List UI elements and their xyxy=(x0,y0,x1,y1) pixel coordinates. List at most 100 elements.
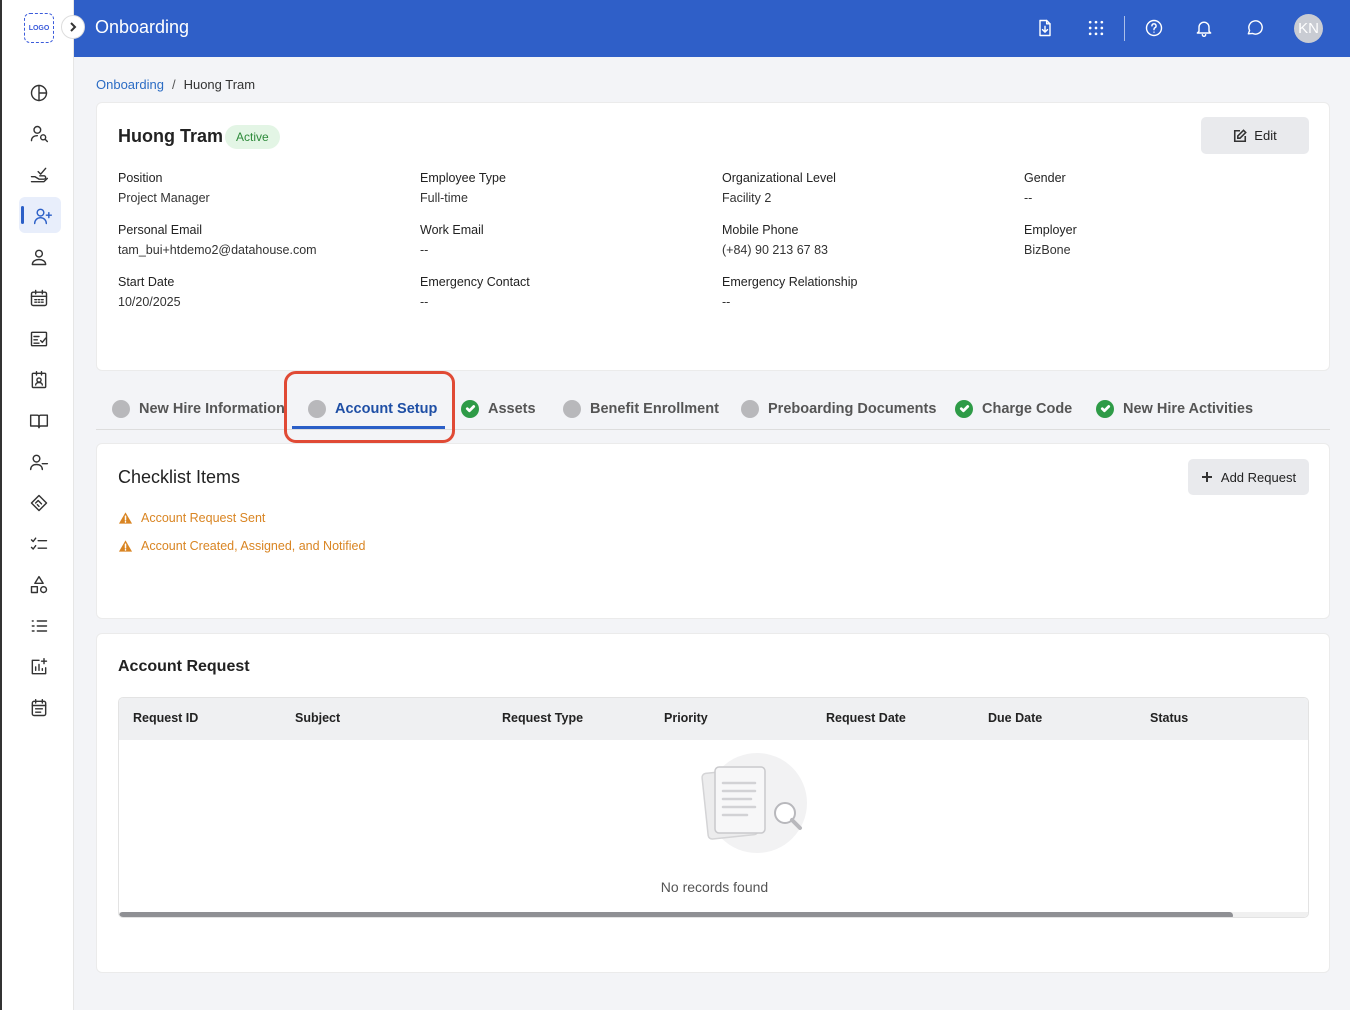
tab-assets[interactable]: Assets xyxy=(461,388,536,429)
sidebar-item-employees[interactable] xyxy=(2,236,76,277)
active-indicator xyxy=(21,206,24,224)
sidebar-item-approvals[interactable] xyxy=(2,154,76,195)
breadcrumb: Onboarding / Huong Tram xyxy=(96,77,255,92)
field-label: Start Date xyxy=(118,275,175,289)
help-button[interactable] xyxy=(1143,17,1165,39)
download-button[interactable] xyxy=(1034,17,1056,39)
sidebar-item-partners[interactable] xyxy=(2,482,76,523)
employee-name: Huong Tram xyxy=(118,126,224,146)
grid-icon xyxy=(1088,20,1104,36)
tab-new-hire-activities[interactable]: New Hire Activities xyxy=(1096,388,1253,429)
horizontal-scrollbar[interactable] xyxy=(119,912,1308,917)
onboarding-tabs: New Hire Information Account Setup Asset… xyxy=(96,388,1330,430)
calendar-icon xyxy=(30,289,48,306)
field-value: (+84) 90 213 67 83 xyxy=(722,243,828,257)
edit-label: Edit xyxy=(1254,128,1277,143)
add-request-button[interactable]: Add Request xyxy=(1188,459,1309,495)
hand-check-icon xyxy=(30,167,49,182)
field-gender: Gender -- xyxy=(1024,171,1066,205)
page-title: Onboarding xyxy=(95,17,190,37)
account-request-title: Account Request xyxy=(118,658,250,675)
field-value: -- xyxy=(722,295,731,309)
empty-documents-icon xyxy=(701,753,807,853)
apps-button[interactable] xyxy=(1085,17,1107,39)
avatar[interactable]: KN xyxy=(1294,14,1323,43)
check-circle-icon xyxy=(1096,399,1114,418)
checklist-item-label: Account Created, Assigned, and Notified xyxy=(141,539,366,553)
tab-preboarding-documents[interactable]: Preboarding Documents xyxy=(741,388,936,429)
chat-icon xyxy=(1247,20,1263,35)
shapes-icon xyxy=(30,575,48,593)
user-plus-icon xyxy=(33,208,53,224)
scrollbar-thumb[interactable] xyxy=(119,912,1233,917)
check-circle-icon xyxy=(461,399,479,418)
sidebar-item-offboarding[interactable] xyxy=(2,441,76,482)
column-header-request-date[interactable]: Request Date xyxy=(826,711,906,725)
column-header-request-type[interactable]: Request Type xyxy=(502,711,583,725)
field-personal-email: Personal Email tam_bui+htdemo2@datahouse… xyxy=(118,223,317,257)
breadcrumb-onboarding-link[interactable]: Onboarding xyxy=(96,77,164,92)
notifications-button[interactable] xyxy=(1193,17,1215,39)
edit-button[interactable]: Edit xyxy=(1201,117,1309,154)
list-check-icon xyxy=(30,536,48,550)
account-request-table: Request ID Subject Request Type Priority… xyxy=(118,697,1309,918)
field-mobile-phone: Mobile Phone (+84) 90 213 67 83 xyxy=(722,223,828,257)
field-employee-type: Employee Type Full-time xyxy=(420,171,506,205)
tab-charge-code[interactable]: Charge Code xyxy=(955,388,1072,429)
field-label: Organizational Level xyxy=(722,171,836,185)
tab-label: Assets xyxy=(488,400,536,417)
user-icon xyxy=(31,249,47,265)
sidebar-item-onboarding[interactable] xyxy=(2,195,76,236)
sidebar-item-dashboard[interactable] xyxy=(2,72,76,113)
column-header-priority[interactable]: Priority xyxy=(664,711,708,725)
field-start-date: Start Date 10/20/2025 xyxy=(118,275,181,309)
field-label: Personal Email xyxy=(118,223,203,237)
warning-icon xyxy=(118,512,133,524)
field-value: tam_bui+htdemo2@datahouse.com xyxy=(118,243,317,257)
help-icon xyxy=(1145,19,1163,37)
account-request-card: Account Request Request ID Subject Reque… xyxy=(96,633,1330,973)
field-label: Position xyxy=(118,171,163,185)
field-label: Emergency Contact xyxy=(420,275,530,289)
column-header-due-date[interactable]: Due Date xyxy=(988,711,1042,725)
checklist-item[interactable]: Account Request Sent xyxy=(118,511,265,525)
column-header-subject[interactable]: Subject xyxy=(295,711,340,725)
checklist-item[interactable]: Account Created, Assigned, and Notified xyxy=(118,539,365,553)
field-label: Employer xyxy=(1024,223,1077,237)
column-header-status[interactable]: Status xyxy=(1150,711,1188,725)
download-file-icon xyxy=(1039,19,1051,37)
breadcrumb-separator: / xyxy=(171,77,176,92)
sidebar-item-recruiting[interactable] xyxy=(2,113,76,154)
tab-benefit-enrollment[interactable]: Benefit Enrollment xyxy=(563,388,719,429)
dashboard-icon xyxy=(30,84,48,101)
handshake-icon xyxy=(30,494,48,511)
sidebar-expand-button[interactable] xyxy=(61,15,85,39)
field-position: Position Project Manager xyxy=(118,171,210,205)
tab-label: Preboarding Documents xyxy=(768,400,937,417)
sidebar-item-calendar[interactable] xyxy=(2,277,76,318)
field-value: Full-time xyxy=(420,191,468,205)
sidebar-item-forms[interactable] xyxy=(2,318,76,359)
sidebar-item-assets[interactable] xyxy=(2,564,76,605)
calendar-notes-icon xyxy=(31,698,47,716)
edit-icon xyxy=(1234,128,1248,142)
tab-new-hire-information[interactable]: New Hire Information xyxy=(112,388,285,429)
book-icon xyxy=(29,413,49,428)
sidebar-item-tasks[interactable] xyxy=(2,523,76,564)
sidebar-item-lists[interactable] xyxy=(2,605,76,646)
field-label: Work Email xyxy=(420,223,484,237)
employee-profile-card: Huong Tram Active Edit Position Project … xyxy=(96,102,1330,371)
sidebar-item-handbook[interactable] xyxy=(2,400,76,441)
sidebar-item-reports[interactable] xyxy=(2,646,76,687)
warning-icon xyxy=(118,540,133,552)
chat-button[interactable] xyxy=(1244,17,1266,39)
sidebar-item-schedule[interactable] xyxy=(2,687,76,728)
checklist-card: Checklist Items Add Request Account Requ… xyxy=(96,443,1330,619)
column-header-request-id[interactable]: Request ID xyxy=(133,711,198,725)
add-request-label: Add Request xyxy=(1220,469,1297,485)
sidebar-item-badges[interactable] xyxy=(2,359,76,400)
pending-status-icon xyxy=(741,399,759,418)
field-label: Employee Type xyxy=(420,171,506,185)
field-value: 10/20/2025 xyxy=(118,295,181,309)
field-emergency-contact: Emergency Contact -- xyxy=(420,275,530,309)
